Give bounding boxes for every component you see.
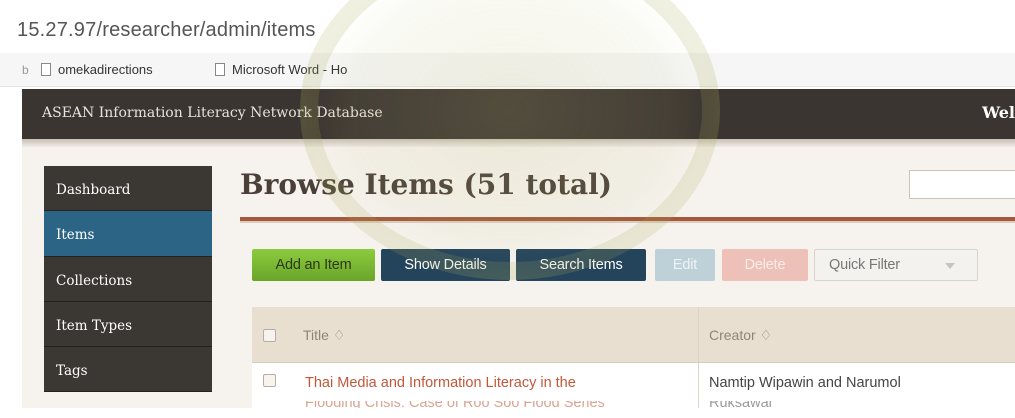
welcome-text: Wel bbox=[982, 103, 1015, 122]
sidebar-item-collections[interactable]: Collections bbox=[44, 257, 212, 302]
table-row: Thai Media and Information Literacy in t… bbox=[252, 363, 1015, 409]
column-divider bbox=[698, 307, 699, 409]
sidebar-item-dashboard[interactable]: Dashboard bbox=[44, 166, 212, 211]
add-item-button[interactable]: Add an Item bbox=[252, 249, 375, 281]
page-title: Browse Items (51 total) bbox=[240, 168, 613, 201]
url-text[interactable]: 15.27.97/researcher/admin/items bbox=[17, 19, 316, 42]
item-title-link[interactable]: Thai Media and Information Literacy in t… bbox=[305, 375, 576, 391]
delete-button[interactable]: Delete bbox=[722, 249, 808, 281]
quick-filter-dropdown[interactable]: Quick Filter bbox=[814, 249, 978, 281]
admin-sidebar: Dashboard Items Collections Item Types T… bbox=[44, 166, 212, 392]
sidebar-item-tags[interactable]: Tags bbox=[44, 347, 212, 392]
column-header-creator[interactable]: Creator ♢ bbox=[709, 327, 772, 344]
show-details-button[interactable]: Show Details bbox=[381, 249, 510, 281]
title-divider-shadow bbox=[240, 221, 1015, 223]
sidebar-item-items[interactable]: Items bbox=[44, 211, 212, 257]
page-icon bbox=[41, 63, 51, 76]
row-checkbox[interactable] bbox=[263, 374, 276, 387]
site-title[interactable]: ASEAN Information Literacy Network Datab… bbox=[42, 105, 383, 121]
header-divider bbox=[22, 139, 1015, 147]
bookmark-word-doc[interactable]: Microsoft Word - Ho bbox=[215, 62, 347, 77]
sidebar-item-item-types[interactable]: Item Types bbox=[44, 302, 212, 347]
column-header-title[interactable]: Title ♢ bbox=[303, 327, 345, 344]
address-bar[interactable]: 15.27.97/researcher/admin/items bbox=[0, 0, 1015, 50]
bookmark-label: Microsoft Word - Ho bbox=[232, 62, 348, 77]
quick-filter-label: Quick Filter bbox=[829, 257, 900, 273]
bookmark-label: omekadirections bbox=[58, 62, 153, 77]
site-header: ASEAN Information Literacy Network Datab… bbox=[22, 89, 1015, 139]
item-creator: Namtip Wipawin and Narumol bbox=[709, 375, 901, 391]
bottom-edge bbox=[0, 408, 1015, 418]
select-all-checkbox[interactable] bbox=[263, 329, 276, 342]
edit-button[interactable]: Edit bbox=[655, 249, 715, 281]
table-header: Title ♢ Creator ♢ bbox=[252, 307, 1015, 363]
bookmark-omekadirections[interactable]: omekadirections bbox=[41, 62, 153, 77]
bookmarks-bar: b omekadirections Microsoft Word - Ho bbox=[0, 53, 1015, 87]
page-icon bbox=[215, 63, 225, 76]
bookmark-overflow-icon[interactable]: b bbox=[22, 63, 29, 77]
chevron-down-icon bbox=[945, 263, 955, 269]
search-input[interactable] bbox=[909, 170, 1015, 199]
search-items-button[interactable]: Search Items bbox=[516, 249, 646, 281]
